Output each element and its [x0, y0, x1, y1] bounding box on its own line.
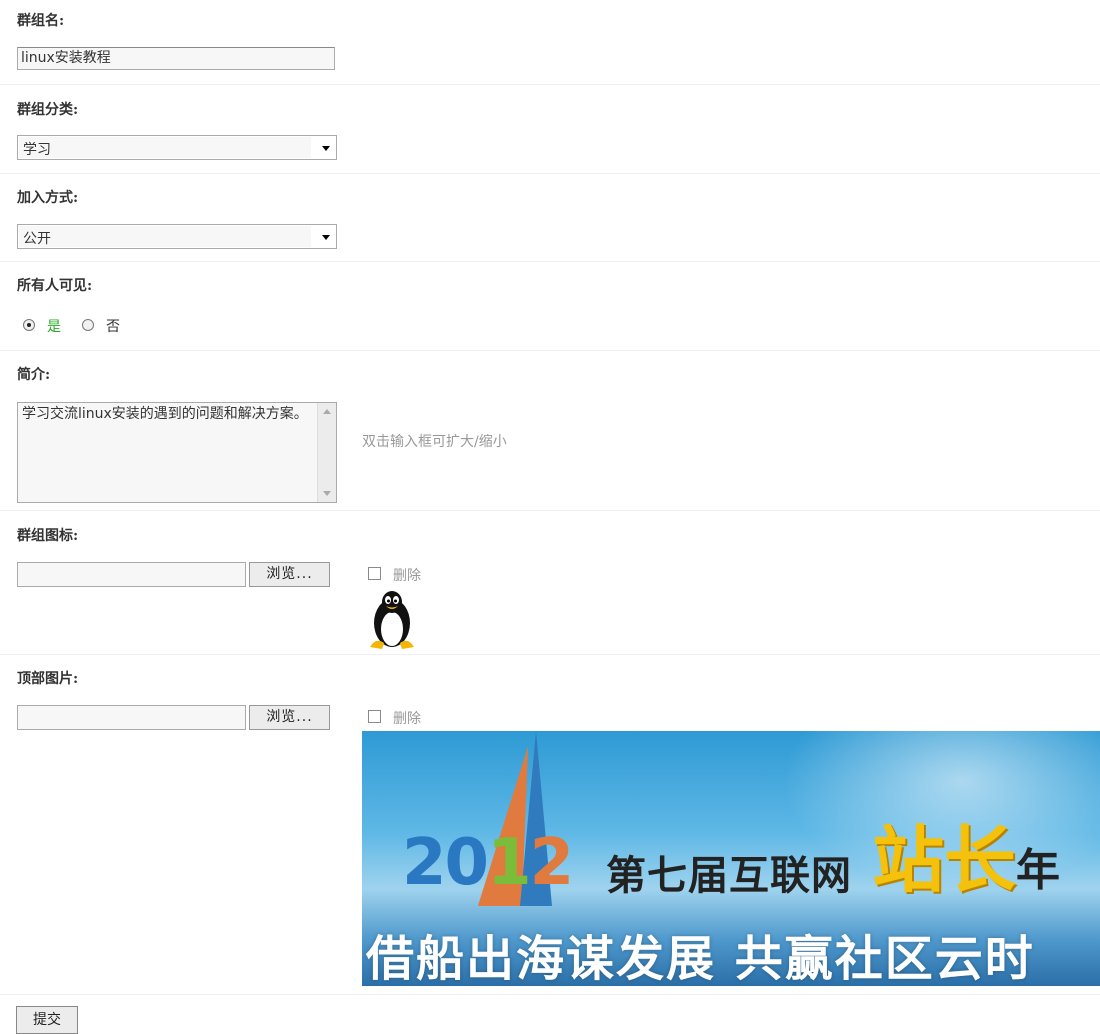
visibility-yes-label[interactable]: 是 [47, 316, 61, 336]
group-name-input[interactable]: linux安装教程 [17, 47, 335, 70]
visibility-no-label[interactable]: 否 [106, 316, 120, 336]
join-mode-section: 加入方式: 公开 [0, 174, 1100, 262]
intro-label: 简介: [17, 367, 51, 383]
banner-line-2: 站长年 [872, 817, 1061, 902]
category-label: 群组分类: [17, 102, 79, 118]
visibility-no-radio[interactable] [82, 319, 94, 331]
intro-hint: 双击输入框可扩大/缩小 [362, 434, 507, 450]
header-image-delete-checkbox[interactable] [368, 710, 381, 723]
category-section: 群组分类: 学习 [0, 85, 1100, 174]
intro-textarea[interactable]: 学习交流linux安装的遇到的问题和解决方案。 [17, 402, 337, 503]
scroll-up-icon[interactable] [323, 409, 331, 414]
banner-line-1: 第七届互联网 [606, 853, 852, 899]
intro-text: 学习交流linux安装的遇到的问题和解决方案。 [22, 406, 308, 422]
group-icon-section: 群组图标: 浏览... 删除 [0, 511, 1100, 655]
banner-line-3: 借船出海谋发展 共赢社区云时 [366, 931, 1035, 986]
penguin-icon [370, 591, 414, 649]
submit-button[interactable]: 提交 [16, 1006, 78, 1034]
chevron-down-icon [322, 146, 330, 151]
group-icon-file-input[interactable] [17, 562, 246, 587]
group-icon-browse-button[interactable]: 浏览... [249, 562, 330, 587]
header-image-browse-button[interactable]: 浏览... [249, 705, 330, 730]
header-banner-image: 2012 第七届互联网 站长年 借船出海谋发展 共赢社区云时 [362, 731, 1100, 986]
group-icon-label: 群组图标: [17, 528, 79, 544]
join-mode-label: 加入方式: [17, 190, 79, 206]
banner-year: 2012 [402, 826, 574, 900]
category-select[interactable]: 学习 [17, 135, 337, 160]
visibility-yes-radio[interactable] [23, 319, 35, 331]
group-name-label: 群组名: [17, 13, 65, 29]
visibility-label: 所有人可见: [17, 278, 93, 294]
group-name-section: 群组名: linux安装教程 [0, 0, 1100, 85]
visibility-section: 所有人可见: 是 否 [0, 262, 1100, 351]
header-image-delete-label[interactable]: 删除 [393, 708, 421, 728]
category-select-value: 学习 [23, 142, 51, 158]
intro-scrollbar[interactable] [317, 403, 336, 502]
group-icon-delete-label[interactable]: 删除 [393, 565, 421, 585]
join-mode-select-field [19, 226, 311, 247]
chevron-down-icon [322, 235, 330, 240]
join-mode-select[interactable]: 公开 [17, 224, 337, 249]
category-select-field [19, 137, 311, 158]
group-icon-delete-checkbox[interactable] [368, 567, 381, 580]
scroll-down-icon[interactable] [323, 491, 331, 496]
header-image-label: 顶部图片: [17, 671, 79, 687]
header-image-file-input[interactable] [17, 705, 246, 730]
join-mode-select-value: 公开 [23, 231, 51, 247]
